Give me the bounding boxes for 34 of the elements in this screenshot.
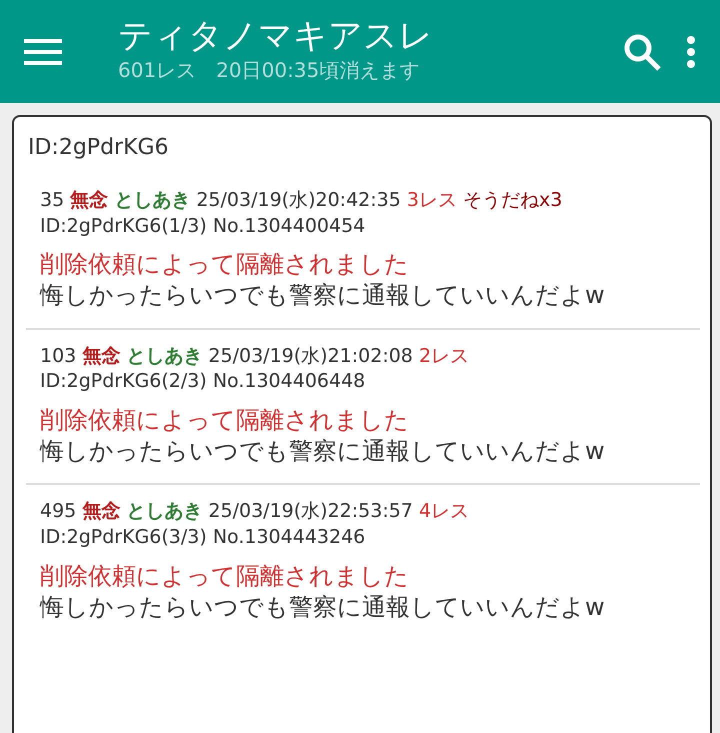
post-author: としあき	[126, 344, 202, 367]
thread-status: 601レス 20日00:35頃消えます	[118, 57, 420, 84]
post-body: 悔しかったらいつでも警察に通報していいんだよw	[40, 436, 606, 468]
post-number: 103	[40, 344, 76, 367]
popup-title: ID:2gPdrKG6	[27, 134, 170, 162]
thread-title: ティタノマキアスレ	[118, 18, 434, 56]
post-name: 無念	[82, 344, 120, 367]
post-id-line: ID:2gPdrKG6(3/3) No.1304443246	[40, 524, 366, 550]
more-icon	[686, 36, 696, 68]
post-name: 無念	[82, 500, 120, 522]
reply-count: 4レス	[418, 500, 470, 522]
menu-icon	[24, 36, 62, 66]
post-id-line: ID:2gPdrKG6(1/3) No.1304400454	[40, 214, 366, 239]
quarantine-notice: 削除依頼によって隔離されました	[40, 404, 410, 436]
post-number: 35	[40, 189, 64, 211]
post-number: 495	[40, 500, 76, 522]
post-body: 悔しかったらいつでも警察に通報していいんだよw	[40, 592, 606, 623]
reply-count: 3レス	[406, 189, 457, 211]
post-date: 25/03/19(水)22:53:57	[208, 500, 413, 522]
post-date: 25/03/19(水)20:42:35	[196, 189, 401, 211]
post-author: としあき	[114, 189, 190, 211]
reply-count: 2レス	[418, 344, 470, 367]
quarantine-notice: 削除依頼によって隔離されました	[40, 249, 410, 280]
menu-button[interactable]	[24, 36, 62, 66]
sodane-count: そうだねx3	[463, 189, 562, 211]
post-name: 無念	[70, 189, 108, 211]
post-body: 悔しかったらいつでも警察に通報していいんだよw	[40, 280, 606, 312]
search-icon	[622, 32, 662, 72]
post-author: としあき	[126, 500, 202, 522]
search-button[interactable]	[622, 32, 662, 72]
more-button[interactable]	[686, 36, 696, 68]
quarantine-notice: 削除依頼によって隔離されました	[40, 560, 410, 592]
post-date: 25/03/19(水)21:02:08	[208, 344, 413, 367]
post-id-line: ID:2gPdrKG6(2/3) No.1304406448	[40, 369, 366, 394]
